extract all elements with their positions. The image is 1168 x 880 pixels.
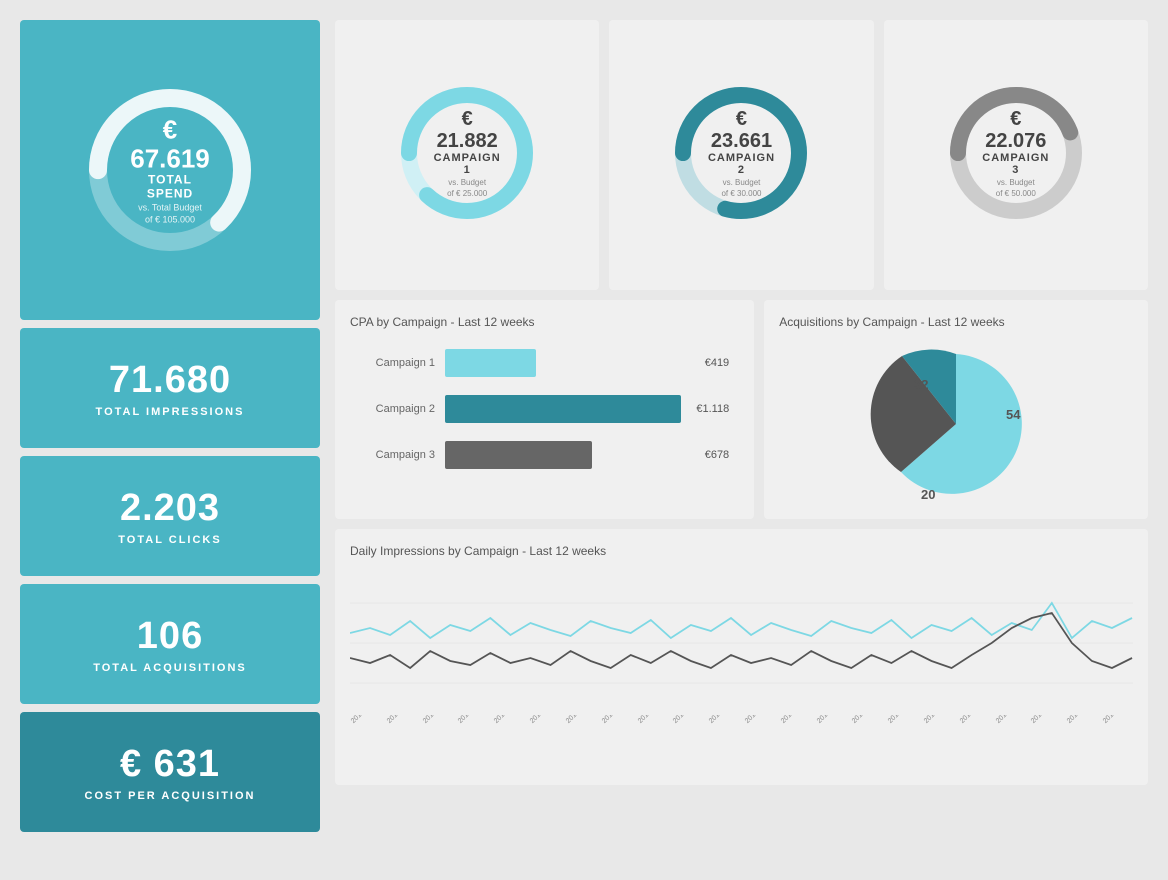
right-column: € 21.882 CAMPAIGN 1 vs. Budget of € 25.0… [335,20,1148,832]
bar-value-c2: €1.118 [696,403,729,415]
bar-track-c1 [445,349,690,377]
bar-fill-c3 [445,441,592,469]
clicks-number: 2.203 [120,487,220,530]
bar-label-c2: Campaign 2 [360,403,435,415]
campaign-cards-row: € 21.882 CAMPAIGN 1 vs. Budget of € 25.0… [335,20,1148,290]
date-label: 2016-02-20 [851,715,881,725]
date-label: 2016-01-23 [386,715,416,725]
bar-track-c2 [445,395,681,423]
pie-area: 54 32 20 [779,344,1133,504]
cpa-chart-title: CPA by Campaign - Last 12 weeks [350,315,739,329]
date-label: 2016-02-18 [816,715,846,725]
date-label: 2016-02-28 [995,715,1025,725]
campaign-2-sub2: of € 30.000 [704,189,779,198]
date-label: 2016-02-10 [672,715,702,725]
date-label: 2016-02-26 [959,715,989,725]
campaign-2-center: € 23.661 CAMPAIGN 2 vs. Budget of € 30.0… [704,108,779,198]
bar-fill-c2 [445,395,681,423]
date-label: 2016-03-03 [1066,715,1096,725]
acq-chart-card: Acquisitions by Campaign - Last 12 weeks… [764,300,1148,519]
bar-label-c3: Campaign 3 [360,449,435,461]
campaign-3-center: € 22.076 CAMPAIGN 3 vs. Budget of € 50.0… [978,108,1053,198]
total-spend-center: € 67.619 TOTAL SPEND vs. Total Budget of… [125,115,215,224]
campaign-3-amount: € 22.076 [978,108,1053,152]
date-label: 2016-02-22 [887,715,917,725]
svg-text:32: 32 [914,377,928,392]
date-label: 2016-01-27 [457,715,487,725]
date-label: 2016-02-14 [744,715,774,725]
acquisitions-card: 106 TOTAL ACQUISITIONS [20,584,320,704]
campaign-3-sub1: vs. Budget [978,178,1053,187]
line-chart-area [350,573,1133,713]
date-label: 2016-03-05 [1102,715,1132,725]
campaign-1-sub1: vs. Budget [430,178,505,187]
total-spend-sub1: vs. Total Budget [125,203,215,213]
campaign-2-sub1: vs. Budget [704,178,779,187]
daily-chart-title: Daily Impressions by Campaign - Last 12 … [350,544,1133,558]
bar-value-c3: €678 [705,449,729,461]
cpa-chart-card: CPA by Campaign - Last 12 weeks Campaign… [335,300,754,519]
cpa-label: COST PER ACQUISITION [85,790,256,802]
cpa-number: € 631 [120,743,220,786]
date-label: 2016-01-21 [350,715,380,725]
total-spend-sub2: of € 105.000 [125,215,215,225]
impressions-label: TOTAL IMPRESSIONS [96,406,245,418]
campaign-2-donut: € 23.661 CAMPAIGN 2 vs. Budget of € 30.0… [666,78,816,228]
campaign-3-card: € 22.076 CAMPAIGN 3 vs. Budget of € 50.0… [884,20,1148,290]
campaign-1-card: € 21.882 CAMPAIGN 1 vs. Budget of € 25.0… [335,20,599,290]
campaign-3-sub2: of € 50.000 [978,189,1053,198]
campaign-1-donut: € 21.882 CAMPAIGN 1 vs. Budget of € 25.0… [392,78,542,228]
date-label: 2016-02-16 [780,715,810,725]
total-spend-label: TOTAL SPEND [125,173,215,201]
date-label: 2016-01-29 [493,715,523,725]
campaign-2-card: € 23.661 CAMPAIGN 2 vs. Budget of € 30.0… [609,20,873,290]
acquisitions-number: 106 [137,615,203,658]
acquisitions-label: TOTAL ACQUISITIONS [93,662,247,674]
total-spend-amount: € 67.619 [125,115,215,172]
daily-chart-card: Daily Impressions by Campaign - Last 12 … [335,529,1148,785]
cpa-card: € 631 COST PER ACQUISITION [20,712,320,832]
charts-row: CPA by Campaign - Last 12 weeks Campaign… [335,300,1148,519]
clicks-label: TOTAL CLICKS [118,534,221,546]
campaign-3-donut: € 22.076 CAMPAIGN 3 vs. Budget of € 50.0… [941,78,1091,228]
clicks-card: 2.203 TOTAL CLICKS [20,456,320,576]
total-spend-card: € 67.619 TOTAL SPEND vs. Total Budget of… [20,20,320,320]
impressions-number: 71.680 [109,359,231,402]
bar-row-c1: Campaign 1 €419 [360,349,729,377]
bar-row-c3: Campaign 3 €678 [360,441,729,469]
cpa-bar-chart: Campaign 1 €419 Campaign 2 €1.118 [350,344,739,474]
campaign-1-sub2: of € 25.000 [430,189,505,198]
acq-chart-title: Acquisitions by Campaign - Last 12 weeks [779,315,1133,329]
date-label: 2016-02-06 [601,715,631,725]
campaign-1-amount: € 21.882 [430,108,505,152]
date-label: 2016-01-25 [422,715,452,725]
date-label: 2016-03-01 [1030,715,1060,725]
impressions-card: 71.680 TOTAL IMPRESSIONS [20,328,320,448]
bar-row-c2: Campaign 2 €1.118 [360,395,729,423]
bar-label-c1: Campaign 1 [360,357,435,369]
total-spend-donut: € 67.619 TOTAL SPEND vs. Total Budget of… [80,80,260,260]
date-label: 2016-02-24 [923,715,953,725]
main-layout: € 67.619 TOTAL SPEND vs. Total Budget of… [20,20,1148,832]
bar-value-c1: €419 [705,357,729,369]
svg-text:54: 54 [1006,407,1021,422]
campaign-1-center: € 21.882 CAMPAIGN 1 vs. Budget of € 25.0… [430,108,505,198]
left-column: € 67.619 TOTAL SPEND vs. Total Budget of… [20,20,320,832]
campaign-2-amount: € 23.661 [704,108,779,152]
svg-text:20: 20 [921,487,935,502]
campaign-1-label: CAMPAIGN 1 [430,152,505,176]
campaign-2-label: CAMPAIGN 2 [704,152,779,176]
date-label: 2016-01-31 [529,715,559,725]
date-label: 2016-02-12 [708,715,738,725]
bar-track-c3 [445,441,690,469]
bar-fill-c1 [445,349,536,377]
date-label: 2016-02-08 [637,715,667,725]
date-label: 2016-02-04 [565,715,595,725]
campaign-3-label: CAMPAIGN 3 [978,152,1053,176]
